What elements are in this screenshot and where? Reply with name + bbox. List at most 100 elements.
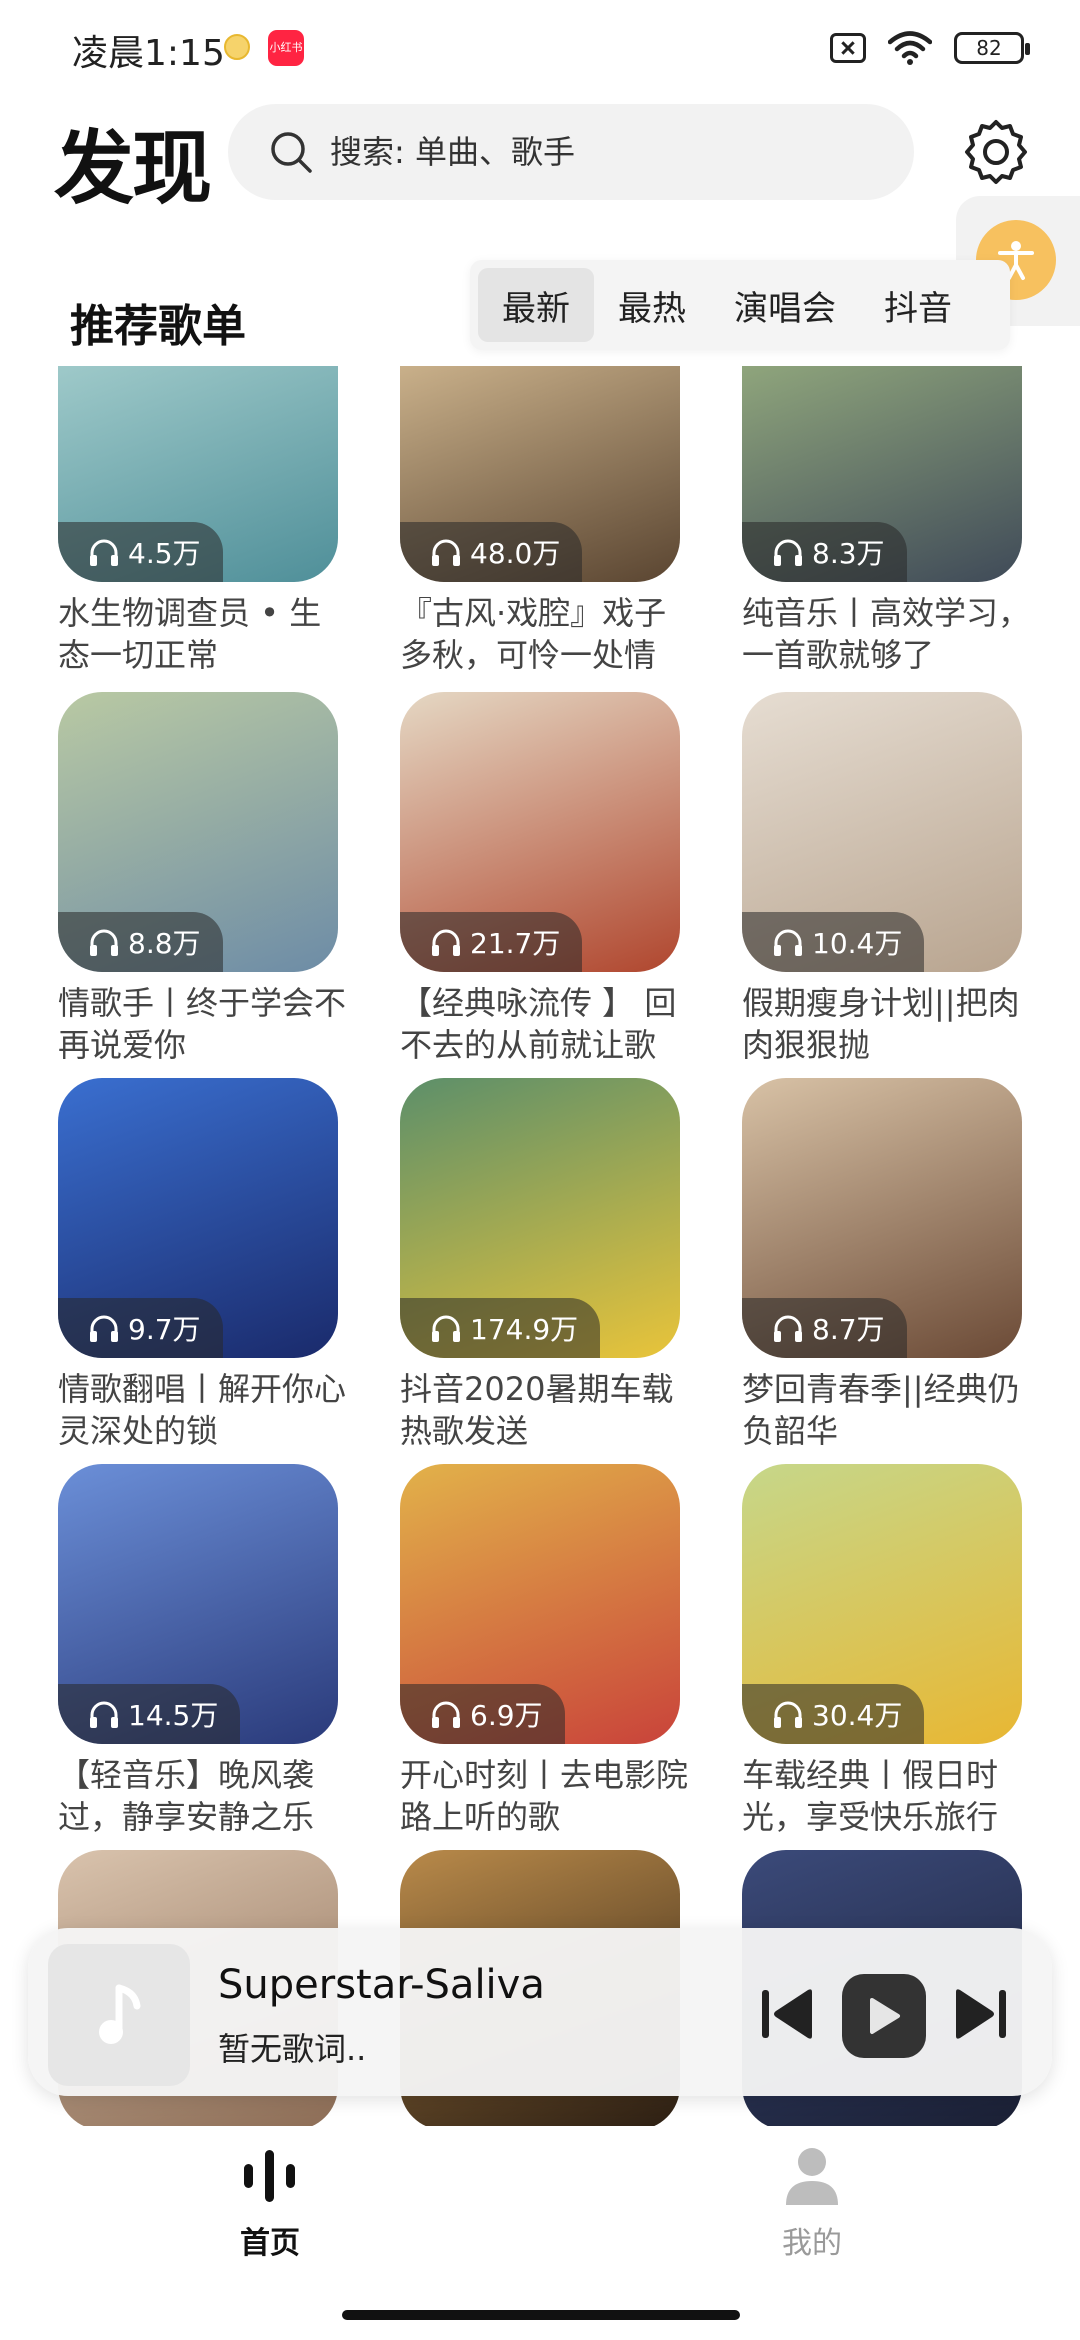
playlist-title: 开心时刻丨去电影院路上听的歌 [400,1756,689,1836]
tab-newest[interactable]: 最新 [478,268,594,342]
headphones-icon [432,539,460,566]
play-count-badge: 48.0万 [400,522,583,582]
skip-next-icon [956,1989,1006,2039]
play-count: 30.4万 [812,1699,903,1732]
play-count: 4.5万 [128,537,201,570]
home-indicator [342,2310,740,2320]
playlist-cover: 14.5万 [58,1464,338,1744]
headphones-icon [90,929,118,956]
play-count: 21.7万 [470,927,561,960]
playlist-title: 情歌翻唱丨解开你心灵深处的锁 [58,1370,347,1450]
playlist-cover: 174.9万 [400,1078,680,1358]
playlist-cover: 8.7万 [742,1078,1022,1358]
status-icons: 82 [830,28,1030,68]
playlist-card[interactable]: 14.5万 【轻音乐】晚风袭过，静享安静之乐 [58,1464,338,1838]
section-title: 推荐歌单 [70,301,246,352]
playlist-card[interactable]: 4.5万 水生物调查员 • 生态一切正常 [58,366,338,676]
gear-icon [965,120,1027,184]
now-playing-title: Superstar-Saliva [218,1962,545,2008]
playlist-title: 情歌手丨终于学会不再说爱你 [58,984,347,1064]
playlist-cover: 21.7万 [400,692,680,972]
wifi-icon [888,31,932,65]
search-bar[interactable] [228,104,914,200]
play-button[interactable] [842,1974,926,2058]
play-count-badge: 8.8万 [58,912,223,972]
playlist-title: 【轻音乐】晚风袭过，静享安静之乐 [58,1756,315,1836]
nav-home-label: 首页 [240,2226,300,2261]
previous-button[interactable] [756,1982,820,2046]
play-count-badge: 6.9万 [400,1684,565,1744]
playlist-title: 假期瘦身计划||把肉肉狠狠抛 [742,984,1020,1064]
play-count-badge: 10.4万 [742,912,925,972]
music-note-icon [99,1984,141,2044]
tab-douyin[interactable]: 抖音 [860,268,976,342]
playlist-card[interactable]: 10.4万 假期瘦身计划||把肉肉狠狠抛 [742,692,1022,1066]
skip-previous-icon [762,1989,812,2039]
status-time: 凌晨1:15 [72,33,225,74]
next-button[interactable] [948,1982,1012,2046]
playlist-card[interactable]: 8.7万 梦回青春季||经典仍负韶华 [742,1078,1022,1452]
category-tabs: 最新 最热 演唱会 抖音 [470,260,1010,350]
now-playing-lyric: 暂无歌词.. [218,2030,367,2068]
playlist-title: 『古风·戏腔』戏子多秋，可怜一处情 [400,594,667,674]
headphones-icon [774,1701,802,1728]
tab-concert[interactable]: 演唱会 [710,268,860,342]
search-icon [271,132,312,173]
status-bar: 凌晨1:15 小红书 82 [0,0,1080,96]
headphones-icon [432,1315,460,1342]
sound-bars-icon [244,2150,295,2202]
clock-status-icon [224,34,250,60]
search-input[interactable] [330,133,890,171]
play-count-badge: 4.5万 [58,522,223,582]
nav-mine-label: 我的 [782,2226,842,2261]
no-sim-icon [830,33,866,63]
headphones-icon [90,1701,118,1728]
playlist-title: 【经典咏流传 】 回不去的从前就让歌 [400,984,677,1064]
play-count: 174.9万 [470,1313,579,1346]
playlist-grid: 4.5万 水生物调查员 • 生态一切正常 48.0万 『古风·戏腔』戏子多秋，可… [0,366,1080,2126]
headphones-icon [774,929,802,956]
headphones-icon [432,929,460,956]
playlist-title: 水生物调查员 • 生态一切正常 [58,594,322,674]
playlist-cover: 30.4万 [742,1464,1022,1744]
nav-mine[interactable]: 我的 [742,2144,882,2262]
play-count-badge: 8.3万 [742,522,907,582]
playlist-card[interactable]: 8.3万 纯音乐丨高效学习，一首歌就够了 [742,366,1030,676]
playlist-card[interactable]: 48.0万 『古风·戏腔』戏子多秋，可怜一处情 [400,366,680,676]
play-count: 48.0万 [470,537,561,570]
playlist-cover: 4.5万 [58,366,338,582]
playlist-cover: 10.4万 [742,692,1022,972]
play-count: 8.8万 [128,927,201,960]
playlist-card[interactable]: 9.7万 情歌翻唱丨解开你心灵深处的锁 [58,1078,346,1452]
playlist-cover: 8.8万 [58,692,338,972]
headphones-icon [432,1701,460,1728]
play-count-badge: 174.9万 [400,1298,601,1358]
playlist-card[interactable]: 174.9万 抖音2020暑期车载热歌发送 [400,1078,680,1452]
play-count-badge: 14.5万 [58,1684,241,1744]
playlist-cover: 9.7万 [58,1078,338,1358]
play-icon [870,1998,900,2034]
playlist-card[interactable]: 8.8万 情歌手丨终于学会不再说爱你 [58,692,346,1066]
nav-home[interactable]: 首页 [200,2144,340,2262]
tab-hottest[interactable]: 最热 [594,268,710,342]
play-count: 9.7万 [128,1313,201,1346]
playlist-title: 纯音乐丨高效学习，一首歌就够了 [742,594,1031,674]
playlist-cover: 8.3万 [742,366,1022,582]
playlist-title: 抖音2020暑期车载热歌发送 [400,1370,674,1450]
headphones-icon [90,539,118,566]
playlist-cover: 6.9万 [400,1464,680,1744]
headphones-icon [90,1315,118,1342]
playlist-card[interactable]: 30.4万 车载经典丨假日时光，享受快乐旅行 [742,1464,1022,1838]
play-count: 6.9万 [470,1699,543,1732]
playlist-title: 车载经典丨假日时光，享受快乐旅行 [742,1756,999,1836]
play-count: 8.3万 [812,537,885,570]
settings-button[interactable] [962,118,1030,186]
playlist-cover: 48.0万 [400,366,680,582]
bottom-nav: 首页 我的 [0,2130,1080,2280]
mini-player[interactable]: Superstar-Saliva 暂无歌词.. [28,1928,1052,2096]
playlist-card[interactable]: 21.7万 【经典咏流传 】 回不去的从前就让歌 [400,692,680,1066]
app-notification-icon: 小红书 [268,30,304,66]
playlist-card[interactable]: 6.9万 开心时刻丨去电影院路上听的歌 [400,1464,688,1838]
playlist-title: 梦回青春季||经典仍负韶华 [742,1370,1020,1450]
user-icon [786,2148,838,2205]
